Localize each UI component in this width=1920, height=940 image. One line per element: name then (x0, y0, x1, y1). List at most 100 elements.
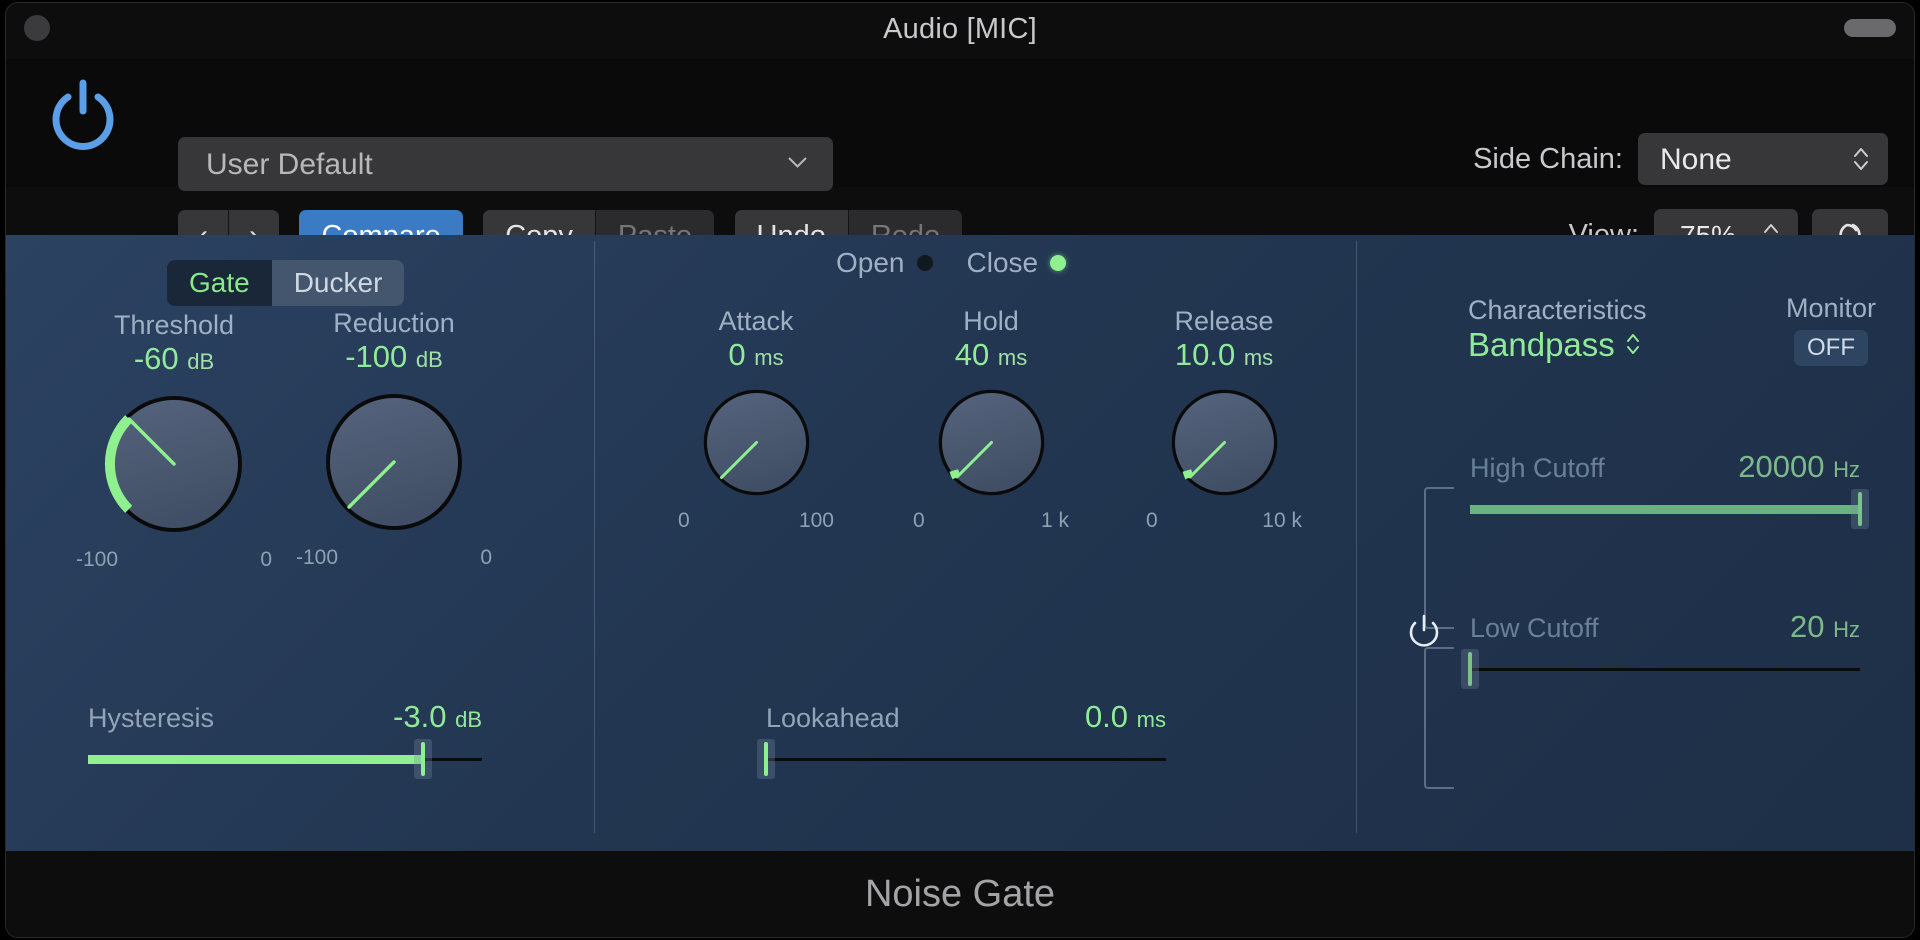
knob-dial[interactable] (94, 384, 254, 544)
preset-selector[interactable]: User Default (178, 137, 833, 191)
main-panel: Gate Ducker Open Close Threshold -60 dB (6, 235, 1914, 851)
knob-dial[interactable] (929, 380, 1054, 505)
slider-thumb[interactable] (1851, 489, 1869, 529)
knob-value: -60 dB (133, 341, 215, 377)
slider-header: Lookahead 0.0 ms (766, 699, 1166, 741)
slider-header: High Cutoff 20000 Hz (1470, 449, 1860, 491)
plugin-window-root: Audio [MIC] User Default Side Chain: Non… (0, 0, 1920, 940)
characteristics-control: Characteristics Bandpass (1468, 295, 1647, 364)
stepper-updown-icon (1852, 146, 1870, 172)
title-bar: Audio [MIC] (6, 3, 1914, 59)
slider-label: Low Cutoff (1470, 613, 1599, 643)
characteristics-value: Bandpass (1468, 326, 1615, 363)
knob-hold[interactable]: Hold 40 ms 0 1 k (911, 307, 1071, 533)
panel-divider-right (1356, 241, 1357, 833)
slider-track[interactable] (1470, 489, 1869, 529)
knob-tick-min: -100 (296, 545, 339, 569)
knob-tick-min: 0 (913, 508, 925, 532)
slider-label: High Cutoff (1470, 453, 1605, 483)
stepper-updown-icon (1625, 326, 1641, 364)
knob-value: 10.0 ms (1174, 337, 1274, 373)
knob-tick-min: 0 (678, 508, 690, 532)
knob-label: Attack (718, 306, 794, 336)
power-icon[interactable] (48, 77, 118, 151)
slider-label: Lookahead (766, 703, 900, 733)
slider-label: Hysteresis (88, 703, 215, 733)
knob-tick-max: 0 (480, 545, 492, 569)
side-chain-label: Side Chain: (1473, 142, 1623, 175)
slider-fill (88, 755, 423, 764)
side-chain-value: None (1660, 143, 1732, 176)
knob-label: Reduction (333, 308, 455, 338)
monitor-control: Monitor OFF (1766, 293, 1896, 366)
knob-tick-max: 1 k (1040, 508, 1069, 532)
plugin-footer: Noise Gate (6, 851, 1914, 937)
cutoff-bracket-top (1424, 487, 1454, 629)
knob-threshold[interactable]: Threshold -60 dB -100 0 (74, 311, 274, 572)
knob-attack[interactable]: Attack 0 ms 0 100 (676, 307, 836, 533)
knob-value: 0 ms (728, 337, 784, 373)
slider-low-cutoff[interactable]: Low Cutoff 20 Hz (1461, 609, 1860, 689)
open-led-icon (916, 255, 933, 271)
knob-release[interactable]: Release 10.0 ms 0 10 k (1144, 307, 1304, 533)
slider-lookahead[interactable]: Lookahead 0.0 ms (757, 699, 1166, 779)
tab-gate[interactable]: Gate (167, 260, 272, 306)
knob-tick-labels: -100 0 (294, 546, 494, 570)
knob-dial[interactable] (694, 380, 819, 505)
knob-value: -100 dB (345, 339, 443, 375)
characteristics-select[interactable]: Bandpass (1468, 326, 1647, 364)
knob-tick-labels: 0 100 (676, 509, 836, 533)
knob-dial[interactable] (1162, 380, 1287, 505)
window-resize-pill[interactable] (1844, 19, 1896, 37)
close-led-label: Close (966, 247, 1039, 278)
knob-tick-labels: 0 10 k (1144, 509, 1304, 533)
slider-header: Hysteresis -3.0 dB (88, 699, 482, 741)
monitor-label: Monitor (1785, 293, 1877, 323)
slider-thumb[interactable] (1461, 649, 1479, 689)
knob-label: Threshold (113, 310, 235, 340)
slider-thumb[interactable] (757, 739, 775, 779)
knob-tick-min: -100 (76, 547, 119, 571)
knob-reduction[interactable]: Reduction -100 dB -100 0 (294, 309, 494, 570)
characteristics-label: Characteristics (1468, 295, 1647, 325)
knob-dial[interactable] (314, 382, 474, 542)
panel-divider-left (594, 241, 595, 833)
slider-fill (1470, 505, 1860, 514)
cutoff-bracket-bottom (1424, 647, 1454, 789)
window-title: Audio [MIC] (883, 13, 1037, 45)
knob-label: Hold (963, 306, 1019, 336)
close-led-icon (1050, 255, 1067, 271)
slider-value: 20000 Hz (1738, 449, 1860, 484)
monitor-toggle-button[interactable]: OFF (1794, 330, 1868, 366)
chevron-down-icon (788, 155, 807, 168)
knob-tick-max: 10 k (1262, 508, 1302, 532)
slider-thumb[interactable] (413, 739, 432, 779)
side-chain-select[interactable]: None (1638, 133, 1888, 185)
plugin-window: Audio [MIC] User Default Side Chain: Non… (6, 3, 1914, 937)
slider-track[interactable] (88, 739, 482, 779)
slider-value: 0.0 ms (1084, 699, 1166, 734)
knob-tick-labels: -100 0 (74, 548, 274, 572)
slider-hysteresis[interactable]: Hysteresis -3.0 dB (88, 699, 482, 779)
plugin-header: User Default ‹ › Compare Copy Paste (6, 59, 1914, 262)
gate-state-indicators: Open Close (836, 247, 1067, 279)
slider-track[interactable] (1461, 649, 1860, 689)
knob-value: 40 ms (954, 337, 1028, 373)
plugin-name-label: Noise Gate (864, 872, 1056, 915)
tab-ducker[interactable]: Ducker (271, 260, 405, 306)
knob-label: Release (1174, 306, 1274, 336)
knob-tick-max: 100 (798, 508, 834, 532)
knob-tick-labels: 0 1 k (911, 509, 1071, 533)
cutoff-power-icon[interactable] (1404, 611, 1444, 651)
knob-tick-max: 0 (260, 547, 272, 571)
slider-value: 20 Hz (1790, 609, 1860, 644)
knob-tick-min: 0 (1146, 508, 1158, 532)
preset-name: User Default (206, 148, 373, 181)
slider-track[interactable] (757, 739, 1166, 779)
side-chain-control: Side Chain: None (1473, 133, 1888, 185)
slider-value: -3.0 dB (393, 699, 482, 734)
mode-tab-group: Gate Ducker (167, 260, 405, 306)
slider-header: Low Cutoff 20 Hz (1470, 609, 1860, 651)
open-led-label: Open (836, 247, 905, 278)
slider-high-cutoff[interactable]: High Cutoff 20000 Hz (1470, 449, 1869, 529)
